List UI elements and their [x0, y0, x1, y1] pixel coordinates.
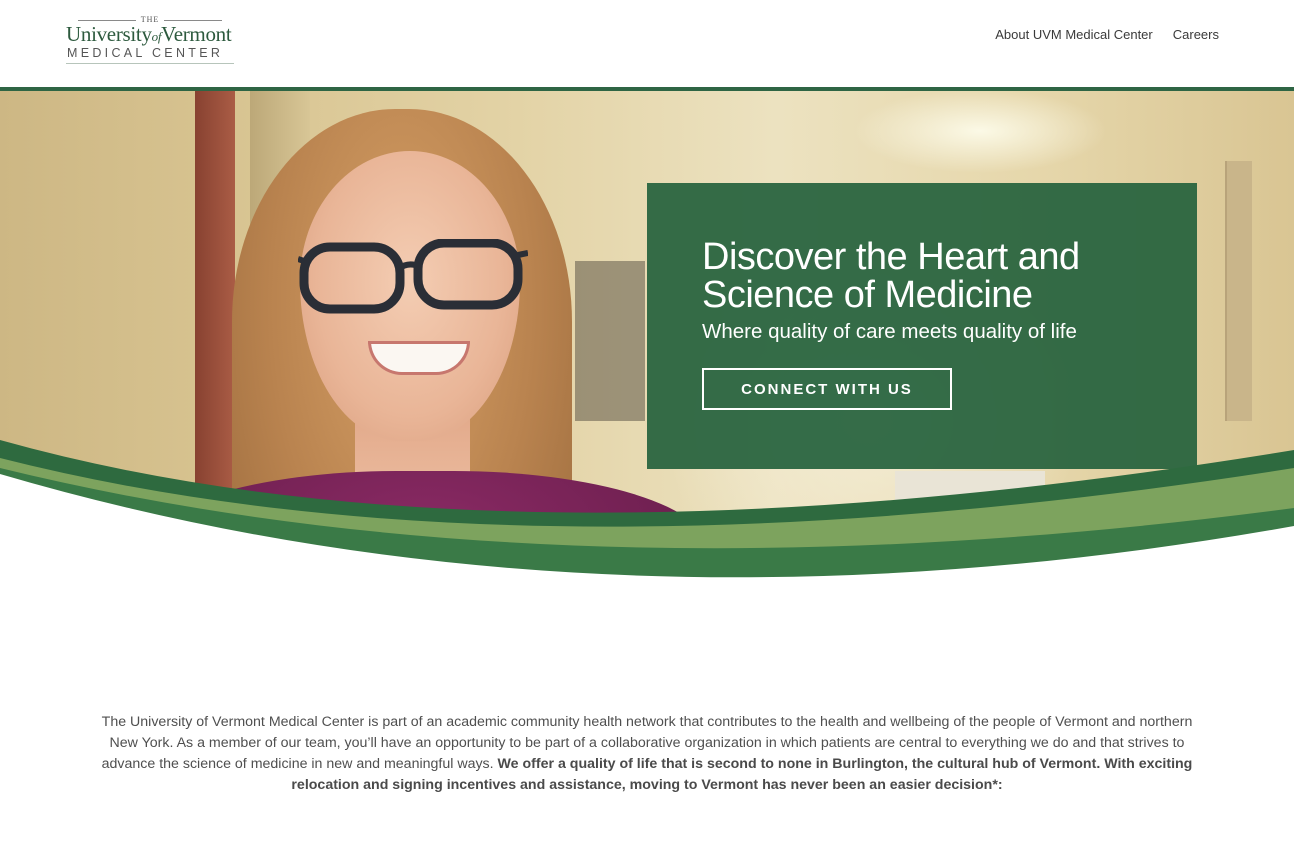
hallway-far-door — [575, 261, 645, 421]
logo-subline: MEDICAL CENTER — [67, 46, 224, 60]
hallway-window — [1225, 161, 1252, 421]
hero-callout-box: Discover the Heart and Science of Medici… — [647, 183, 1197, 469]
logo-underline — [66, 63, 234, 64]
hero-subtitle: Where quality of care meets quality of l… — [702, 320, 1077, 343]
connect-with-us-button[interactable]: CONNECT WITH US — [702, 368, 952, 410]
nav-link-careers[interactable]: Careers — [1173, 28, 1219, 42]
logo-name-part2: Vermont — [161, 22, 232, 46]
hero-swoosh-divider — [0, 440, 1294, 645]
logo-name-of: of — [151, 29, 162, 44]
uvm-medical-center-logo[interactable]: THE UniversityofVermont MEDICAL CENTER — [66, 15, 238, 67]
hero-title: Discover the Heart and Science of Medici… — [702, 236, 1080, 316]
logo-wordmark: UniversityofVermont — [66, 22, 232, 47]
nav-link-about[interactable]: About UVM Medical Center — [995, 28, 1153, 42]
nurse-glasses — [298, 239, 528, 314]
site-header: THE UniversityofVermont MEDICAL CENTER A… — [0, 0, 1294, 87]
main-nav: About UVM Medical Center Careers — [995, 28, 1219, 42]
logo-name-part1: University — [66, 22, 152, 46]
intro-paragraph: The University of Vermont Medical Center… — [95, 712, 1199, 796]
